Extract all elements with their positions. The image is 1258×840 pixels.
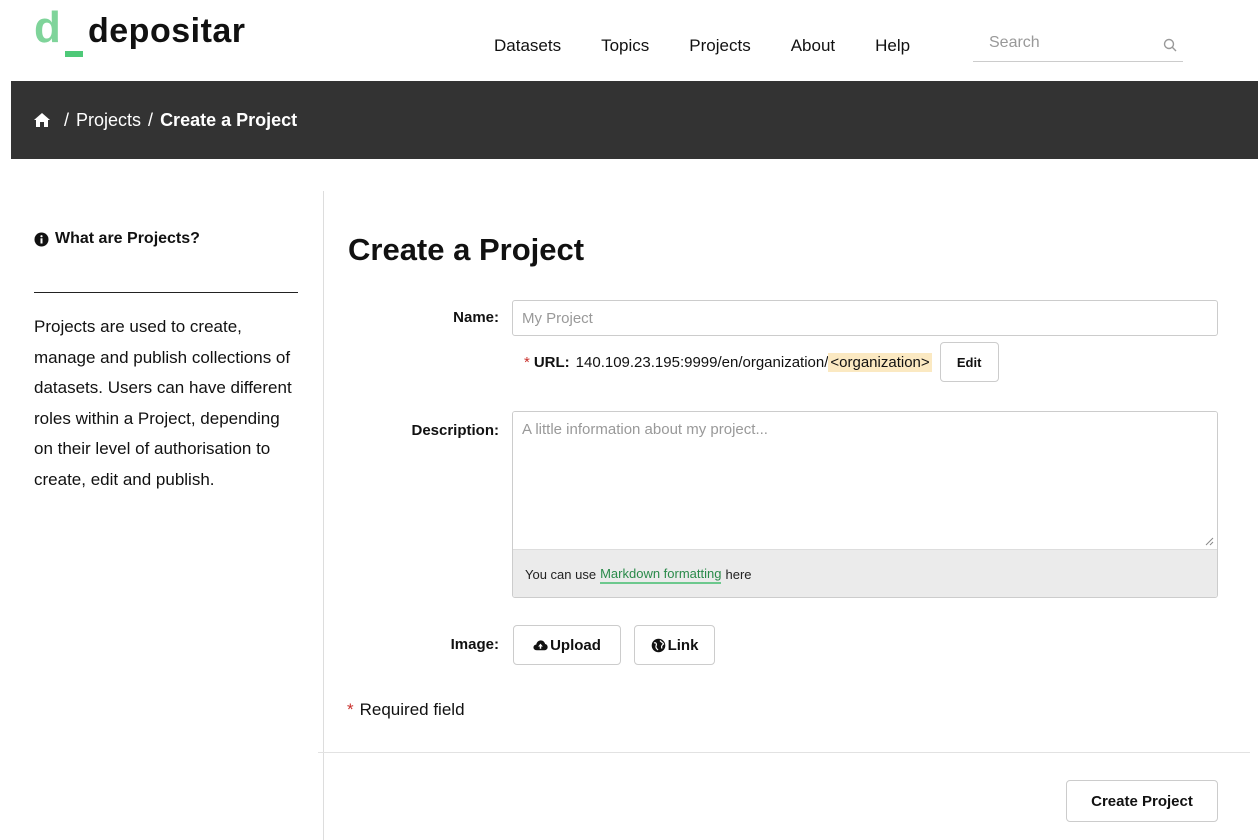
search-input[interactable] — [973, 28, 1143, 58]
sidebar-divider — [34, 292, 298, 293]
name-field[interactable] — [512, 300, 1218, 336]
resize-handle-icon[interactable] — [1204, 536, 1214, 546]
required-note: * Required field — [347, 700, 465, 720]
nav-about[interactable]: About — [791, 36, 835, 56]
search-icon[interactable] — [1163, 38, 1177, 52]
logo-underscore — [65, 51, 83, 57]
sidebar: What are Projects? Projects are used to … — [34, 230, 298, 489]
info-icon — [34, 232, 49, 246]
breadcrumb: / Projects / Create a Project — [11, 81, 1258, 159]
markdown-hint-prefix: You can use — [525, 567, 597, 582]
name-label: Name: — [453, 309, 499, 326]
markdown-hint-suffix: here — [725, 567, 752, 582]
required-asterisk: * — [347, 700, 354, 719]
logo-text: depositar — [88, 12, 246, 50]
link-button[interactable]: Link — [634, 625, 715, 665]
breadcrumb-separator: / — [148, 109, 154, 130]
description-label: Description: — [411, 422, 499, 439]
description-box: You can use Markdown formatting here — [512, 411, 1218, 598]
logo[interactable]: d depositar — [34, 6, 246, 58]
required-asterisk: * — [524, 353, 530, 371]
description-field[interactable] — [513, 412, 1217, 549]
link-button-label: Link — [667, 636, 699, 654]
url-row: * URL: 140.109.23.195:9999/en/organizati… — [524, 342, 999, 382]
markdown-link[interactable]: Markdown formatting — [600, 566, 722, 584]
nav-datasets[interactable]: Datasets — [494, 36, 561, 56]
url-base: 140.109.23.195:9999/en/organization/ — [575, 353, 829, 371]
markdown-hint: You can use Markdown formatting here — [513, 549, 1217, 597]
nav-projects[interactable]: Projects — [689, 36, 750, 56]
logo-mark: d — [34, 6, 84, 58]
required-note-text: Required field — [359, 700, 465, 719]
nav-help[interactable]: Help — [875, 36, 910, 56]
breadcrumb-projects[interactable]: Projects — [76, 110, 141, 131]
image-label: Image: — [450, 636, 499, 653]
upload-button[interactable]: Upload — [513, 625, 621, 665]
url-slug: <organization> — [828, 352, 932, 372]
form-actions-divider — [318, 752, 1250, 753]
edit-url-button[interactable]: Edit — [939, 342, 999, 382]
breadcrumb-separator: / — [64, 109, 70, 130]
home-icon[interactable] — [33, 112, 51, 128]
sidebar-heading: What are Projects? — [34, 230, 298, 248]
column-divider — [323, 191, 324, 840]
globe-icon — [651, 638, 665, 652]
logo-mark-letter: d — [34, 3, 61, 52]
breadcrumb-current[interactable]: Create a Project — [160, 110, 297, 131]
cloud-upload-icon — [533, 639, 548, 650]
nav-topics[interactable]: Topics — [601, 36, 649, 56]
upload-button-label: Upload — [550, 636, 601, 654]
main-nav: Datasets Topics Projects About Help — [494, 36, 910, 56]
url-label: URL: — [533, 353, 570, 371]
sidebar-heading-text: What are Projects? — [55, 230, 200, 247]
page-title: Create a Project — [348, 232, 585, 267]
sidebar-description: Projects are used to create, manage and … — [34, 317, 292, 489]
create-project-button[interactable]: Create Project — [1066, 780, 1218, 822]
search-box — [973, 28, 1183, 62]
